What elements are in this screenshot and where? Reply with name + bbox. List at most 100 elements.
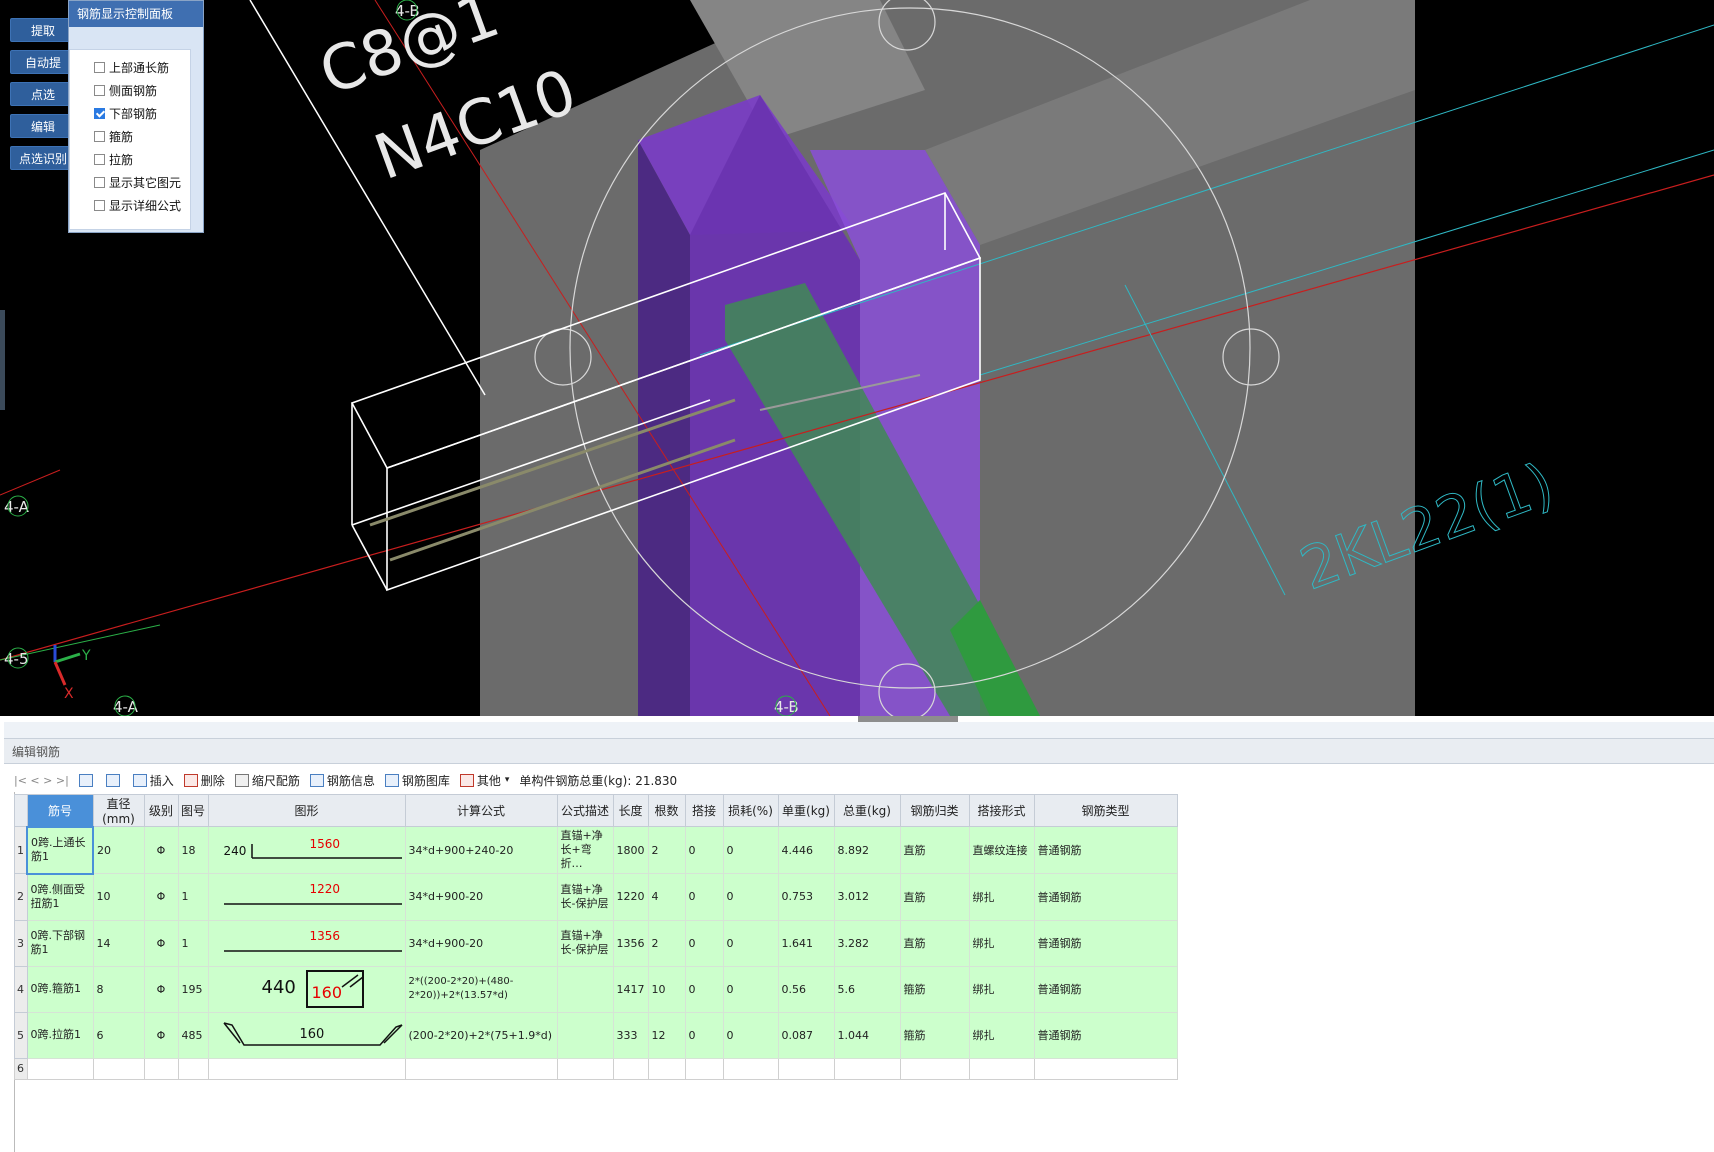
cell-unit-weight[interactable]: 0.56 bbox=[777, 965, 835, 1013]
cell-loss[interactable]: 0 bbox=[722, 919, 779, 967]
cell-grade[interactable]: Φ bbox=[143, 826, 179, 874]
cell-category[interactable]: 箍筋 bbox=[899, 965, 970, 1013]
col-length[interactable]: 长度 bbox=[612, 794, 649, 827]
col-unit-weight[interactable]: 单重(kg) bbox=[777, 794, 835, 827]
cell-shape[interactable]: 1220 bbox=[207, 873, 406, 921]
col-shape[interactable]: 图形 bbox=[207, 794, 406, 827]
cell-shape[interactable]: 440 160 bbox=[207, 965, 406, 1013]
cell-length[interactable]: 1356 bbox=[612, 919, 649, 967]
cell-formula-desc[interactable]: 直锚+净长+弯折… bbox=[556, 826, 614, 874]
scale-rebar-button[interactable]: 缩尺配筋 bbox=[234, 772, 300, 789]
option-side-bar[interactable]: 侧面钢筋 bbox=[94, 80, 157, 100]
cell-bar-name[interactable]: 0跨.侧面受扭筋1 bbox=[26, 873, 94, 921]
cell-category[interactable]: 直筋 bbox=[899, 873, 970, 921]
move-up-button[interactable] bbox=[78, 773, 96, 787]
option-top-continuous-bar[interactable]: 上部通长筋 bbox=[94, 57, 169, 77]
cell-total-weight[interactable]: 5.6 bbox=[833, 965, 901, 1013]
table-row-empty[interactable]: 6 bbox=[14, 1057, 1178, 1080]
edit-button[interactable]: 编辑 bbox=[10, 114, 76, 138]
table-row[interactable]: 2 0跨.侧面受扭筋1 10 Φ 1 1220 34*d+900-20 直锚+净… bbox=[14, 873, 1178, 921]
cell-loss[interactable]: 0 bbox=[722, 826, 779, 874]
cell-count[interactable]: 2 bbox=[647, 826, 686, 874]
table-row[interactable]: 3 0跨.下部钢筋1 14 Φ 1 1356 34*d+900-20 直锚+净长… bbox=[14, 919, 1178, 967]
cell-formula-desc[interactable]: 直锚+净长-保护层 bbox=[556, 919, 614, 967]
cell-count[interactable]: 10 bbox=[647, 965, 686, 1013]
cell-diameter[interactable]: 20 bbox=[92, 826, 145, 874]
insert-button[interactable]: 插入 bbox=[132, 772, 174, 789]
cell-grade[interactable]: Φ bbox=[143, 965, 179, 1013]
cell-grade[interactable]: Φ bbox=[143, 919, 179, 967]
checkbox-show-other-elements[interactable] bbox=[94, 176, 105, 188]
cell-formula-desc[interactable] bbox=[556, 1011, 614, 1059]
cell-unit-weight[interactable]: 1.641 bbox=[777, 919, 835, 967]
cell-length[interactable]: 1417 bbox=[612, 965, 649, 1013]
cell-formula[interactable]: (200-2*20)+2*(75+1.9*d) bbox=[404, 1011, 558, 1059]
cell-bar-name[interactable]: 0跨.箍筋1 bbox=[26, 965, 94, 1013]
cell-figure-no[interactable]: 18 bbox=[177, 826, 209, 874]
cell-category[interactable]: 箍筋 bbox=[899, 1011, 970, 1059]
cell-formula-desc[interactable] bbox=[556, 965, 614, 1013]
option-bottom-bar[interactable]: 下部钢筋 bbox=[94, 103, 157, 123]
rebar-info-button[interactable]: 钢筋信息 bbox=[309, 772, 375, 789]
cell-bar-name[interactable]: 0跨.上通长筋1 bbox=[26, 825, 94, 875]
checkbox-side-bar[interactable] bbox=[94, 84, 105, 96]
cell-lap-type[interactable]: 绑扎 bbox=[968, 965, 1035, 1013]
cell-lap[interactable]: 0 bbox=[684, 873, 724, 921]
table-row[interactable]: 4 0跨.箍筋1 8 Φ 195 440 160 2*((200-2*20)+(… bbox=[14, 965, 1178, 1013]
cell-total-weight[interactable]: 8.892 bbox=[833, 826, 901, 874]
auto-extract-button[interactable]: 自动提 bbox=[10, 50, 76, 74]
cell-total-weight[interactable]: 3.282 bbox=[833, 919, 901, 967]
rebar-3d-scene[interactable]: C8@1 N4C10 2KL22(1) 4-B 4-A 4-5 4-A 4-B … bbox=[0, 0, 1714, 716]
cell-grade[interactable]: Φ bbox=[143, 873, 179, 921]
other-menu-button[interactable]: 其他 ▾ bbox=[459, 772, 509, 789]
cell-count[interactable]: 12 bbox=[647, 1011, 686, 1059]
cell-total-weight[interactable]: 3.012 bbox=[833, 873, 901, 921]
cell-shape[interactable]: 160 bbox=[207, 1011, 406, 1059]
cell-diameter[interactable]: 10 bbox=[92, 873, 145, 921]
side-collapse-tab[interactable] bbox=[0, 310, 5, 410]
checkbox-top-continuous-bar[interactable] bbox=[94, 61, 105, 73]
cell-length[interactable]: 1220 bbox=[612, 873, 649, 921]
col-rebar-type[interactable]: 钢筋类型 bbox=[1033, 794, 1178, 827]
cell-formula[interactable]: 34*d+900-20 bbox=[404, 873, 558, 921]
cell-shape[interactable]: 240 1560 bbox=[207, 826, 406, 874]
option-show-detailed-formula[interactable]: 显示详细公式 bbox=[94, 195, 181, 215]
cell-category[interactable]: 直筋 bbox=[899, 826, 970, 874]
option-tie-bar[interactable]: 拉筋 bbox=[94, 149, 133, 169]
cell-count[interactable]: 2 bbox=[647, 919, 686, 967]
checkbox-bottom-bar[interactable] bbox=[94, 107, 105, 119]
col-lap-type[interactable]: 搭接形式 bbox=[968, 794, 1035, 827]
col-category[interactable]: 钢筋归类 bbox=[899, 794, 970, 827]
checkbox-show-detailed-formula[interactable] bbox=[94, 199, 105, 211]
cell-diameter[interactable]: 6 bbox=[92, 1011, 145, 1059]
checkbox-stirrup[interactable] bbox=[94, 130, 105, 142]
cell-formula[interactable]: 2*((200-2*20)+(480-2*20))+2*(13.57*d) bbox=[404, 965, 558, 1013]
cell-formula-desc[interactable]: 直锚+净长-保护层 bbox=[556, 873, 614, 921]
point-identify-button[interactable]: 点选识别 bbox=[10, 146, 76, 170]
cell-diameter[interactable]: 14 bbox=[92, 919, 145, 967]
cell-unit-weight[interactable]: 4.446 bbox=[777, 826, 835, 874]
cell-lap-type[interactable]: 绑扎 bbox=[968, 1011, 1035, 1059]
cell-rebar-type[interactable]: 普通钢筋 bbox=[1033, 1011, 1178, 1059]
col-grade[interactable]: 级别 bbox=[143, 794, 179, 827]
cell-figure-no[interactable]: 195 bbox=[177, 965, 209, 1013]
cell-lap-type[interactable]: 绑扎 bbox=[968, 873, 1035, 921]
cell-lap-type[interactable]: 绑扎 bbox=[968, 919, 1035, 967]
checkbox-tie-bar[interactable] bbox=[94, 153, 105, 165]
cell-rebar-type[interactable]: 普通钢筋 bbox=[1033, 826, 1178, 874]
cell-diameter[interactable]: 8 bbox=[92, 965, 145, 1013]
table-row[interactable]: 5 0跨.拉筋1 6 Φ 485 160 (200-2*20)+2*(75+1.… bbox=[14, 1011, 1178, 1059]
table-row[interactable]: 1 0跨.上通长筋1 20 Φ 18 240 1560 34*d+900+240… bbox=[14, 825, 1178, 875]
col-count[interactable]: 根数 bbox=[647, 794, 686, 827]
cell-rebar-type[interactable]: 普通钢筋 bbox=[1033, 873, 1178, 921]
cell-lap[interactable]: 0 bbox=[684, 1011, 724, 1059]
cell-rebar-type[interactable]: 普通钢筋 bbox=[1033, 965, 1178, 1013]
cell-loss[interactable]: 0 bbox=[722, 1011, 779, 1059]
cell-figure-no[interactable]: 485 bbox=[177, 1011, 209, 1059]
col-bar-number[interactable]: 筋号 bbox=[26, 794, 94, 827]
cell-loss[interactable]: 0 bbox=[722, 873, 779, 921]
cell-formula[interactable]: 34*d+900+240-20 bbox=[404, 826, 558, 874]
cell-figure-no[interactable]: 1 bbox=[177, 873, 209, 921]
move-down-button[interactable] bbox=[105, 773, 123, 787]
cell-category[interactable]: 直筋 bbox=[899, 919, 970, 967]
